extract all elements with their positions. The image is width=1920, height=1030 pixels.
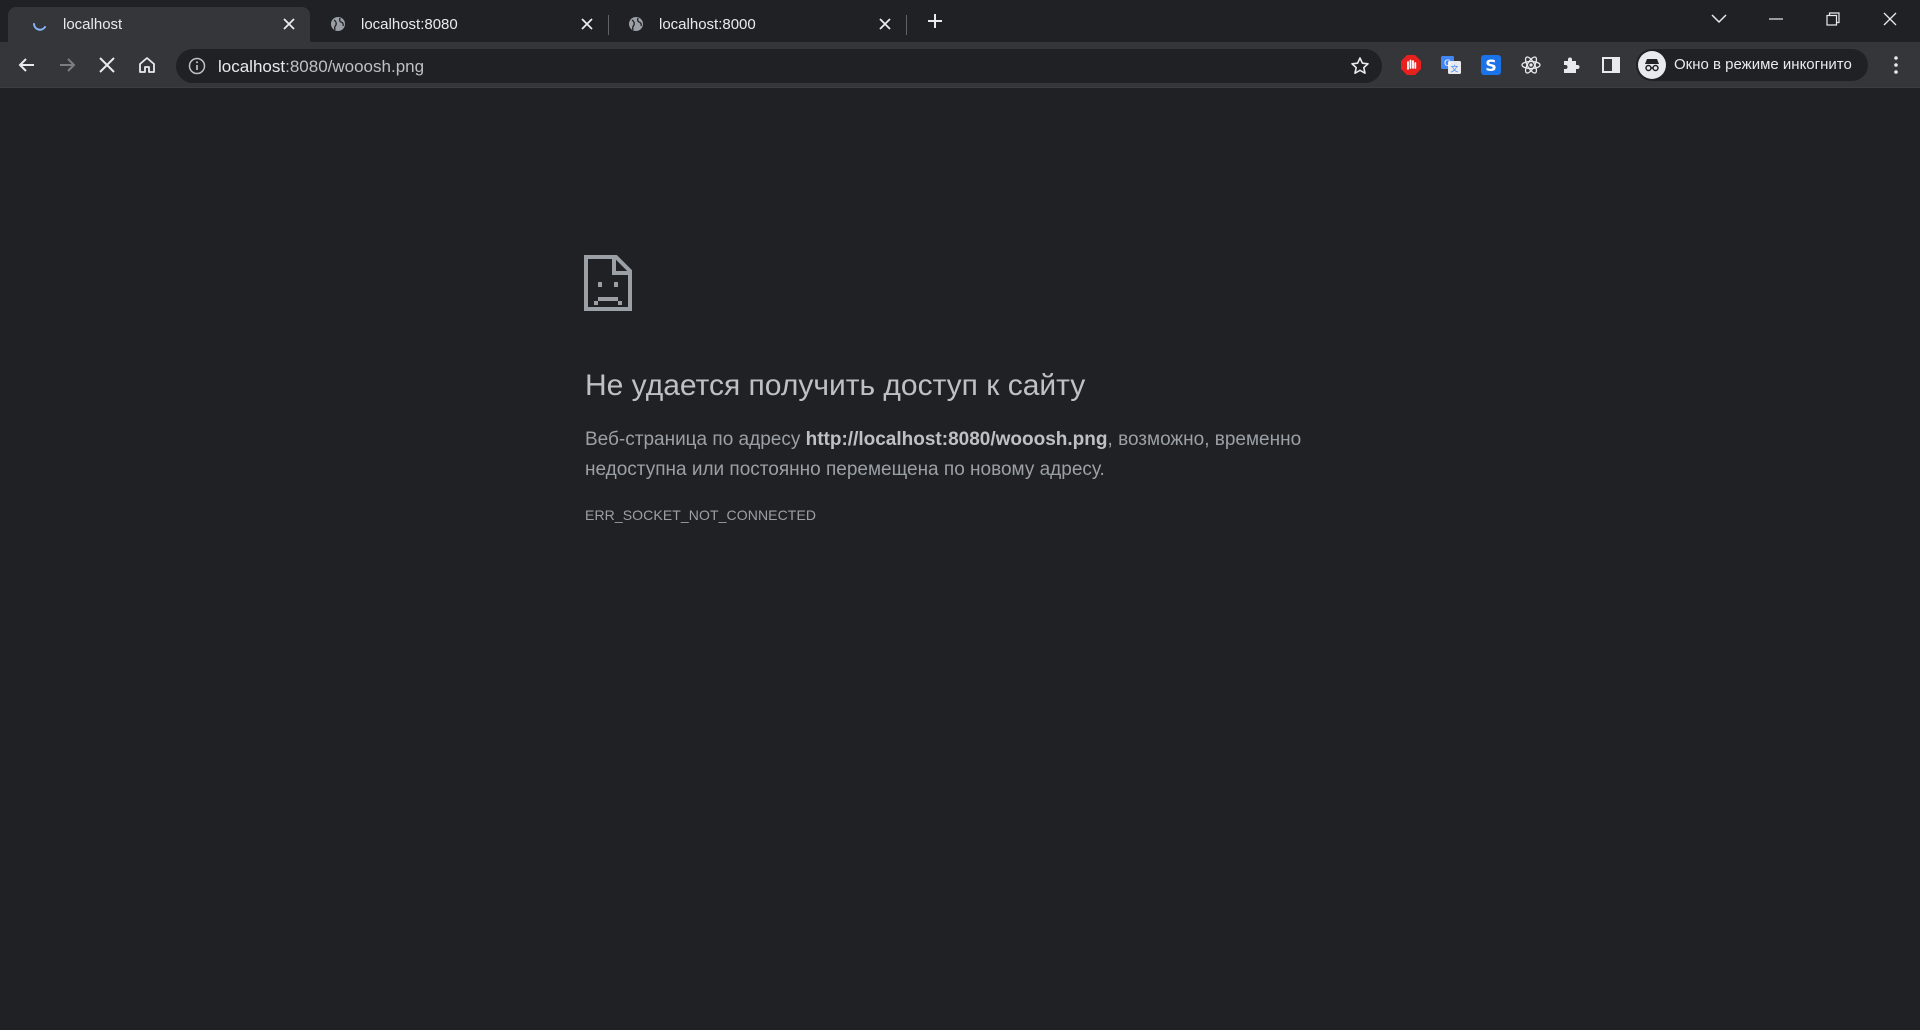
back-button[interactable]	[11, 49, 43, 81]
tab-title: localhost	[63, 16, 123, 33]
puzzle-icon[interactable]	[1559, 53, 1583, 77]
star-icon[interactable]	[1350, 56, 1370, 76]
error-description: Веб-страница по адресу http://localhost:…	[585, 425, 1325, 485]
globe-icon	[330, 16, 346, 32]
svg-text:文: 文	[1451, 64, 1459, 74]
s-extension-icon[interactable]: S	[1479, 53, 1503, 77]
incognito-label: Окно в режиме инкогнито	[1674, 56, 1852, 73]
tab-search-button[interactable]	[1691, 0, 1747, 38]
error-code: ERR_SOCKET_NOT_CONNECTED	[585, 507, 817, 523]
error-url: http://localhost:8080/wooosh.png	[805, 429, 1108, 450]
side-panel-icon[interactable]	[1599, 53, 1623, 77]
info-icon[interactable]	[188, 57, 206, 75]
svg-text:S: S	[1485, 56, 1497, 75]
error-body-prefix: Веб-страница по адресу	[585, 429, 806, 450]
restore-button[interactable]	[1805, 0, 1861, 38]
tab-title: localhost:8080	[361, 16, 458, 33]
close-tab-icon[interactable]	[578, 15, 596, 33]
new-tab-button[interactable]	[922, 8, 948, 34]
plus-icon	[928, 14, 942, 28]
close-tab-icon[interactable]	[876, 15, 894, 33]
arrow-right-icon	[60, 58, 76, 72]
tab-localhost-8080[interactable]: localhost:8080	[306, 7, 608, 42]
browser-menu-button[interactable]	[1880, 49, 1912, 81]
tab-localhost-8000[interactable]: localhost:8000	[604, 7, 906, 42]
minimize-icon	[1769, 18, 1783, 20]
close-window-button[interactable]	[1862, 0, 1918, 38]
error-title: Не удается получить доступ к сайту	[585, 369, 1086, 402]
home-button[interactable]	[131, 49, 163, 81]
stop-button[interactable]	[91, 49, 123, 81]
url-path: :8080/wooosh.png	[285, 57, 425, 76]
close-tab-icon[interactable]	[280, 15, 298, 33]
restore-icon	[1826, 12, 1840, 26]
home-icon	[139, 57, 155, 73]
tab-separator	[906, 15, 907, 35]
minimize-button[interactable]	[1748, 0, 1804, 38]
tab-strip: localhost localhost:8080 localhost:8000	[0, 0, 1920, 42]
globe-icon	[628, 16, 644, 32]
arrow-left-icon	[18, 58, 34, 72]
loading-spinner-icon	[32, 16, 48, 32]
stop-icon	[99, 57, 115, 73]
tab-title: localhost:8000	[659, 16, 756, 33]
url-text[interactable]: localhost:8080/wooosh.png	[218, 57, 424, 77]
close-icon	[1883, 12, 1897, 26]
forward-button[interactable]	[51, 49, 83, 81]
adblock-icon[interactable]	[1399, 53, 1423, 77]
page-content: Не удается получить доступ к сайту Веб-с…	[0, 89, 1920, 1030]
incognito-icon	[1638, 51, 1666, 79]
sad-page-icon	[584, 255, 632, 311]
toolbar: localhost:8080/wooosh.png G文 S Окно в ре…	[0, 42, 1920, 88]
address-bar[interactable]: localhost:8080/wooosh.png	[176, 49, 1382, 83]
google-translate-icon[interactable]: G文	[1439, 53, 1463, 77]
chevron-down-icon	[1711, 14, 1727, 24]
url-host: localhost	[218, 57, 286, 76]
incognito-profile-button[interactable]: Окно в режиме инкогнито	[1636, 49, 1868, 81]
kebab-menu-icon	[1894, 56, 1898, 74]
react-devtools-icon[interactable]	[1519, 53, 1543, 77]
tab-localhost[interactable]: localhost	[8, 7, 310, 42]
